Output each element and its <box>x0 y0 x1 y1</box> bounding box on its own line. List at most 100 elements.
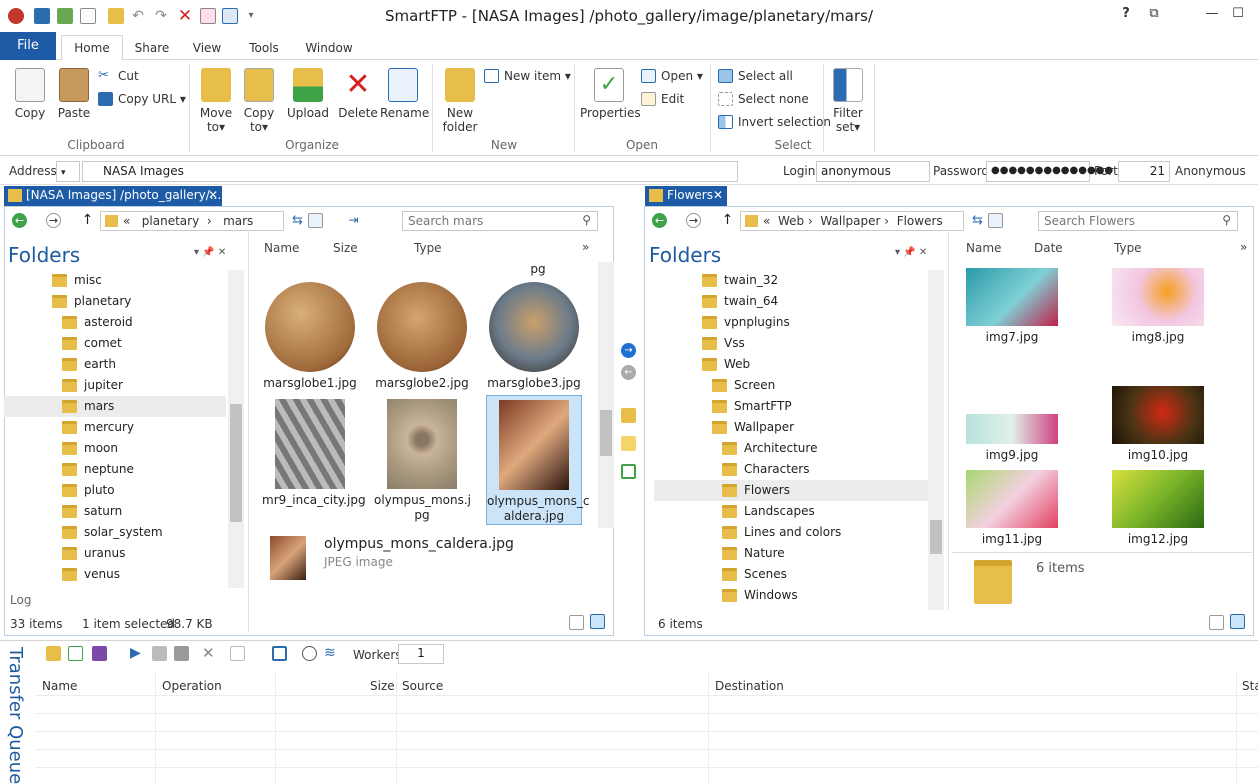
new-folder-button[interactable]: New folder <box>440 68 480 134</box>
details-view-icon[interactable] <box>569 615 584 630</box>
edit-button[interactable]: Edit <box>641 90 684 108</box>
breadcrumb-wallpaper[interactable]: Wallpaper <box>820 214 880 228</box>
up-icon[interactable]: ↑ <box>80 213 95 228</box>
tree-item[interactable]: vpnplugins <box>702 312 790 333</box>
close-icon[interactable]: ✕ <box>713 188 723 202</box>
clear-icon[interactable] <box>230 646 245 661</box>
tree-item[interactable]: Web <box>702 354 750 375</box>
details-view-icon[interactable] <box>1209 615 1224 630</box>
tree-item[interactable]: Landscapes <box>722 501 815 522</box>
file-thumbnail[interactable]: marsglobe3.jpg <box>486 282 582 391</box>
left-tree-scrollbar[interactable] <box>228 270 244 588</box>
port-input[interactable]: 21 <box>1118 161 1170 182</box>
file-thumbnail[interactable]: img9.jpg <box>964 414 1060 463</box>
tree-item[interactable]: mercury <box>62 417 134 438</box>
workers-stepper[interactable]: 1 <box>398 644 444 664</box>
col-type[interactable]: Type <box>414 241 442 255</box>
tree-item[interactable]: earth <box>62 354 116 375</box>
col-type[interactable]: Type <box>1114 241 1142 255</box>
scroll-thumb[interactable] <box>230 404 242 522</box>
layout-icon[interactable] <box>621 464 636 479</box>
tab-file[interactable]: File <box>0 32 56 60</box>
queue-col-source[interactable]: Source <box>402 679 443 693</box>
forward-icon[interactable]: → <box>686 213 701 228</box>
new-item-button[interactable]: New item ▾ <box>484 67 571 85</box>
upload-button[interactable]: Upload <box>286 68 330 120</box>
restore-pane-icon[interactable]: ⧉ <box>1144 6 1164 24</box>
col-name[interactable]: Name <box>966 241 1001 255</box>
stop-icon[interactable] <box>174 646 189 661</box>
save-queue-icon[interactable] <box>92 646 107 661</box>
search-icon[interactable]: ⚲ <box>582 213 591 227</box>
tree-item[interactable]: Nature <box>722 543 785 564</box>
up-icon[interactable]: ↑ <box>720 213 735 228</box>
copy-to-button[interactable]: Copy to▾ <box>239 68 279 134</box>
tab-tools[interactable]: Tools <box>242 36 286 60</box>
invert-selection-button[interactable]: Invert selection <box>718 113 831 131</box>
tree-item[interactable]: planetary <box>52 291 131 312</box>
file-thumbnail[interactable]: img8.jpg <box>1110 268 1206 345</box>
tree-item[interactable]: Characters <box>722 459 810 480</box>
queue-col-operation[interactable]: Operation <box>162 679 222 693</box>
start-icon[interactable]: ▶ <box>130 646 145 661</box>
tree-item[interactable]: solar_system <box>62 522 163 543</box>
tree-item[interactable]: twain_32 <box>702 270 778 291</box>
tree-item[interactable]: jupiter <box>62 375 123 396</box>
add-queue-icon[interactable] <box>46 646 61 661</box>
protocol-selector[interactable]: ▾ <box>56 161 80 182</box>
pause-icon[interactable] <box>152 646 167 661</box>
pane-options-icon[interactable]: ▾ 📌 ✕ <box>194 247 226 258</box>
sync-folders-icon[interactable] <box>621 408 636 423</box>
pane-options-icon[interactable]: ▾ 📌 ✕ <box>895 247 927 258</box>
close-icon[interactable]: ✕ <box>208 188 218 202</box>
right-breadcrumb[interactable]: « Web › Wallpaper › Flowers <box>740 211 964 231</box>
right-pane-tab[interactable]: Flowers ✕ <box>645 186 727 206</box>
tree-item[interactable]: misc <box>52 270 102 291</box>
file-thumbnail[interactable]: img10.jpg <box>1110 386 1206 463</box>
col-size[interactable]: Size <box>333 241 358 255</box>
copy-url-button[interactable]: Copy URL ▾ <box>98 90 186 108</box>
tree-item[interactable]: comet <box>62 333 122 354</box>
back-icon[interactable]: ← <box>652 213 667 228</box>
copy-button[interactable]: Copy <box>10 68 50 120</box>
tree-item[interactable]: venus <box>62 564 120 585</box>
tree-item[interactable]: pluto <box>62 480 115 501</box>
tree-item[interactable]: Wallpaper <box>712 417 794 438</box>
breadcrumb-web[interactable]: Web <box>778 214 804 228</box>
select-all-button[interactable]: Select all <box>718 67 793 85</box>
maximize-icon[interactable]: ☐ <box>1228 6 1248 24</box>
delete-button[interactable]: ✕ Delete <box>337 68 379 121</box>
help-icon[interactable]: ? <box>1116 6 1136 24</box>
tree-item[interactable]: Windows <box>722 585 798 606</box>
cut-button[interactable]: ✂ Cut <box>98 67 139 85</box>
file-thumbnail[interactable]: olympus_mons_c aldera.jpg <box>486 395 589 525</box>
tree-item[interactable]: uranus <box>62 543 125 564</box>
thumbnails-view-icon[interactable] <box>590 614 605 629</box>
move-to-button[interactable]: Move to▾ <box>196 68 236 134</box>
file-thumbnail[interactable]: mr9_inca_city.jpg <box>262 399 366 508</box>
breadcrumb-planetary[interactable]: planetary <box>142 214 199 228</box>
password-input[interactable]: ●●●●●●●●●●●●●● <box>986 161 1113 182</box>
queue-col-destination[interactable]: Destination <box>715 679 784 693</box>
left-files-scrollbar[interactable] <box>598 262 614 528</box>
tree-item[interactable]: Architecture <box>722 438 817 459</box>
queue-col-status[interactable]: Sta <box>1242 679 1258 693</box>
refresh-icon[interactable]: ⇆ <box>290 213 305 228</box>
left-breadcrumb[interactable]: « planetary › mars <box>100 211 284 231</box>
right-search-input[interactable]: Search Flowers ⚲ <box>1038 211 1238 231</box>
open-button[interactable]: Open ▾ <box>641 67 703 85</box>
tree-item[interactable]: saturn <box>62 501 122 522</box>
left-pane-tab[interactable]: [NASA Images] /photo_gallery/... ✕ <box>4 186 222 206</box>
tree-item[interactable]: mars <box>4 396 226 417</box>
refresh-icon[interactable]: ⇆ <box>970 213 985 228</box>
tab-view[interactable]: View <box>186 36 228 60</box>
login-input[interactable]: anonymous <box>816 161 930 182</box>
filter-set-button[interactable]: Filter set▾ <box>828 68 868 134</box>
tree-item[interactable]: asteroid <box>62 312 133 333</box>
columns-more-icon[interactable]: » <box>582 240 589 254</box>
file-thumbnail[interactable]: marsglobe2.jpg <box>374 282 470 391</box>
login-mode-select[interactable]: Anonymous <box>1175 164 1246 178</box>
breadcrumb-mars[interactable]: mars <box>223 214 253 228</box>
file-thumbnail[interactable]: marsglobe1.jpg <box>262 282 358 391</box>
back-icon[interactable]: ← <box>12 213 27 228</box>
